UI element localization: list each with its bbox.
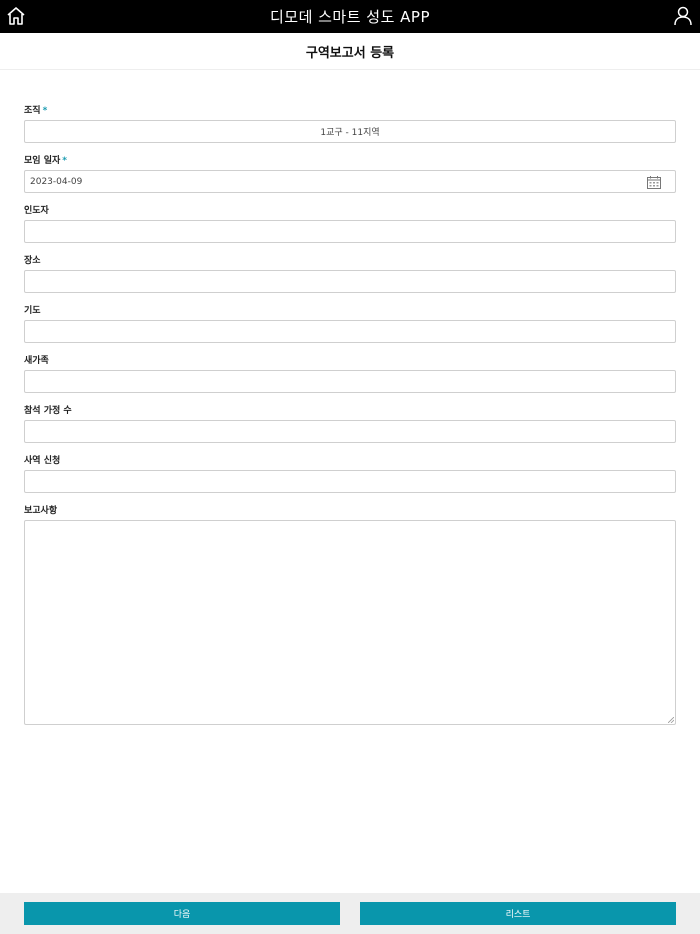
page-title: 구역보고서 등록 [305, 45, 395, 61]
meeting-date-label: 모임 일자 * [24, 156, 67, 166]
ministry-request-input[interactable] [24, 470, 676, 493]
calendar-icon[interactable] [647, 176, 661, 189]
required-mark: * [62, 156, 67, 166]
meeting-date-value: 2023-04-09 [30, 176, 83, 187]
org-value: 1교구 - 11지역 [320, 128, 380, 138]
bottom-action-bar: 다음 리스트 [0, 893, 700, 934]
org-select[interactable]: 1교구 - 11지역 [24, 120, 676, 143]
leader-label: 인도자 [24, 206, 49, 216]
user-icon[interactable] [674, 6, 692, 26]
top-bar: 디모데 스마트 성도 APP [0, 0, 700, 33]
org-label: 조직 * [24, 106, 48, 116]
prayer-input[interactable] [24, 320, 676, 343]
next-button[interactable]: 다음 [24, 902, 340, 925]
resize-handle-icon[interactable] [668, 717, 674, 723]
report-label: 보고사항 [24, 506, 58, 516]
list-button[interactable]: 리스트 [360, 902, 676, 925]
prayer-label: 기도 [24, 306, 41, 316]
new-family-label: 새가족 [24, 356, 49, 366]
place-input[interactable] [24, 270, 676, 293]
report-textarea[interactable] [24, 520, 676, 725]
page-header: 구역보고서 등록 [0, 33, 700, 70]
report-form: 조직 * 1교구 - 11지역 모임 일자 * 2023-04-09 인도자 장… [0, 70, 700, 725]
required-mark: * [42, 106, 48, 116]
new-family-input[interactable] [24, 370, 676, 393]
attending-households-label: 참석 가정 수 [24, 406, 72, 416]
home-icon[interactable] [6, 6, 26, 26]
meeting-date-input[interactable]: 2023-04-09 [24, 170, 676, 193]
place-label: 장소 [24, 256, 41, 266]
ministry-request-label: 사역 신청 [24, 456, 61, 466]
app-root: 디모데 스마트 성도 APP 구역보고서 등록 조직 * 1교구 - 11지역 모… [0, 0, 700, 934]
attending-households-input[interactable] [24, 420, 676, 443]
leader-input[interactable] [24, 220, 676, 243]
app-title: 디모데 스마트 성도 APP [269, 8, 431, 26]
